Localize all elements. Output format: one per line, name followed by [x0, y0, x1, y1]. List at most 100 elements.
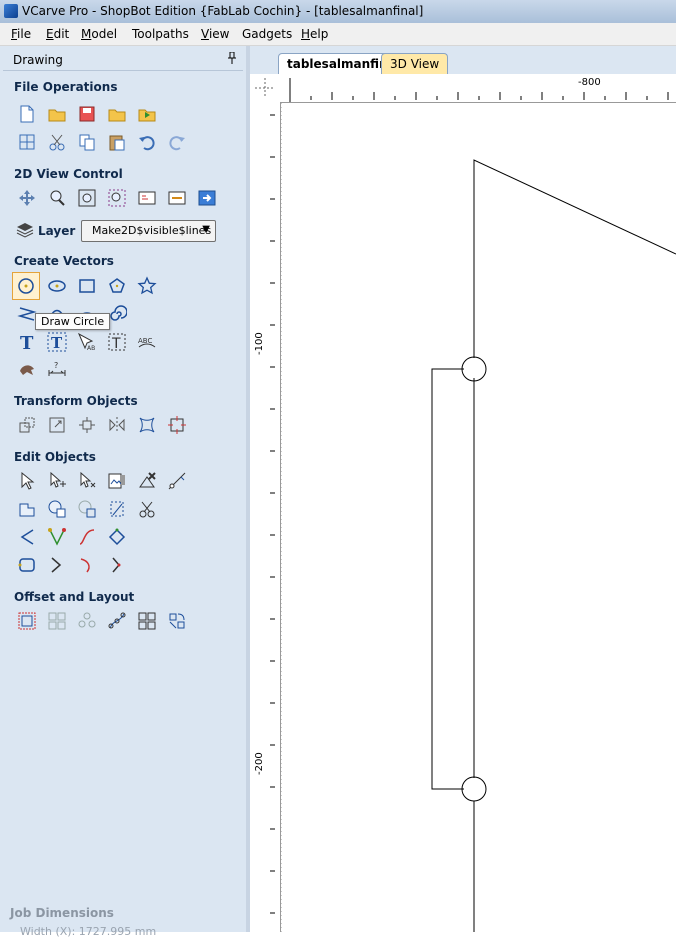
tab-3d-view[interactable]: 3D View — [381, 53, 449, 74]
drawing-canvas[interactable] — [280, 103, 676, 932]
draw-star-icon[interactable] — [136, 275, 158, 297]
layers-icon[interactable] — [14, 219, 36, 241]
node-edit-icon[interactable] — [46, 470, 68, 492]
circle-vector[interactable] — [461, 356, 487, 382]
draw-rectangle-icon[interactable] — [76, 275, 98, 297]
view-tabs: tablesalmanfinal 3D View — [250, 46, 676, 74]
circle-vector[interactable] — [461, 776, 487, 802]
edit-bitmap-icon[interactable] — [106, 470, 128, 492]
app-icon — [4, 4, 18, 18]
scale-icon[interactable] — [46, 414, 68, 436]
zoom-extents-icon[interactable] — [76, 187, 98, 209]
zoom-selection-icon[interactable] — [106, 187, 128, 209]
import-icon[interactable] — [136, 103, 158, 125]
pan-icon[interactable] — [16, 187, 38, 209]
close-vector-icon[interactable] — [106, 526, 128, 548]
menu-bar: File Edit Model Toolpaths View Gadgets H… — [0, 23, 676, 46]
view-toolpath-icon[interactable] — [166, 187, 188, 209]
svg-text:AB: AB — [87, 345, 95, 352]
ruler-corner — [250, 74, 281, 103]
undo-icon[interactable] — [136, 131, 158, 153]
transform-selection-icon[interactable] — [166, 414, 188, 436]
curve-fit-icon[interactable] — [76, 526, 98, 548]
drawing-panel: Drawing File Operations 2D View Control … — [0, 46, 246, 938]
scissors-trim-icon[interactable] — [136, 498, 158, 520]
layer-dropdown[interactable]: Make2D$visible$lines ▼ — [81, 220, 216, 242]
layer-label: Layer — [38, 224, 76, 238]
menu-view[interactable]: View — [201, 27, 229, 41]
subtract-icon[interactable] — [46, 498, 68, 520]
mirror-icon[interactable] — [106, 414, 128, 436]
interactive-select-icon[interactable] — [76, 470, 98, 492]
job-setup-icon[interactable] — [16, 131, 38, 153]
text-arc-icon[interactable]: ABC — [136, 331, 158, 353]
view-3d-switch-icon[interactable] — [196, 187, 218, 209]
import-clipart-icon[interactable] — [16, 358, 38, 380]
new-file-icon[interactable] — [16, 103, 38, 125]
menu-gadgets[interactable]: Gadgets — [242, 27, 292, 41]
window-title: VCarve Pro - ShopBot Edition {FabLab Coc… — [22, 4, 424, 18]
distort-icon[interactable] — [136, 414, 158, 436]
section-transform-objects: Transform Objects — [14, 394, 138, 408]
menu-toolpaths[interactable]: Toolpaths — [132, 27, 189, 41]
open-folder-icon[interactable] — [106, 103, 128, 125]
redo-icon[interactable] — [166, 131, 188, 153]
section-offset-layout: Offset and Layout — [14, 590, 135, 604]
svg-text:?: ? — [54, 361, 58, 370]
menu-help[interactable]: Help — [301, 27, 328, 41]
vector-drawing[interactable] — [280, 103, 676, 932]
measure-icon[interactable] — [166, 470, 188, 492]
ruler-left-label-100: -100 — [254, 332, 265, 355]
section-2d-view-control: 2D View Control — [14, 167, 123, 181]
draw-polygon-icon[interactable] — [106, 275, 128, 297]
section-edit-objects: Edit Objects — [14, 450, 96, 464]
dimensions-icon[interactable]: ? — [46, 358, 68, 380]
copy-along-vector-icon[interactable] — [106, 610, 128, 632]
paste-icon[interactable] — [106, 131, 128, 153]
align-icon[interactable] — [76, 414, 98, 436]
text-bounding-icon[interactable]: T — [106, 331, 128, 353]
section-create-vectors: Create Vectors — [14, 254, 114, 268]
fillet-icon[interactable] — [16, 526, 38, 548]
offset-icon[interactable] — [16, 610, 38, 632]
text-tool-icon[interactable]: T — [16, 331, 38, 353]
dogbone-icon[interactable] — [106, 554, 128, 576]
circular-array-icon[interactable] — [76, 610, 98, 632]
join-vectors-icon[interactable] — [46, 526, 68, 548]
draw-ellipse-icon[interactable] — [46, 275, 68, 297]
nesting-icon[interactable] — [166, 610, 188, 632]
view-layer-icon[interactable] — [136, 187, 158, 209]
tangent-arc-icon[interactable] — [76, 554, 98, 576]
text-on-curve-icon[interactable]: T — [46, 331, 68, 353]
tooltip: Draw Circle — [35, 313, 111, 330]
extend-icon[interactable] — [46, 554, 68, 576]
delete-icon[interactable] — [136, 470, 158, 492]
menu-model[interactable]: Model — [81, 27, 117, 41]
ruler-left: -100 -200 — [250, 102, 281, 932]
intersect-icon[interactable] — [76, 498, 98, 520]
ruler-top: -800 — [280, 74, 676, 103]
text-select-icon[interactable]: AB — [76, 331, 98, 353]
2d-view[interactable]: -800 -100 -200 — [250, 74, 676, 932]
move-icon[interactable] — [16, 414, 38, 436]
draw-circle-icon[interactable] — [12, 272, 40, 300]
select-icon[interactable] — [16, 470, 38, 492]
array-copy-icon[interactable] — [46, 610, 68, 632]
smart-smooth-icon[interactable] — [16, 554, 38, 576]
pin-icon[interactable] — [227, 51, 237, 67]
ruler-top-label: -800 — [578, 77, 601, 88]
cut-icon[interactable] — [46, 131, 68, 153]
trim-icon[interactable] — [106, 498, 128, 520]
block-copy-icon[interactable] — [136, 610, 158, 632]
zoom-icon[interactable] — [46, 187, 68, 209]
save-file-icon[interactable] — [76, 103, 98, 125]
weld-icon[interactable] — [16, 498, 38, 520]
title-bar: VCarve Pro - ShopBot Edition {FabLab Coc… — [0, 0, 676, 24]
open-file-icon[interactable] — [46, 103, 68, 125]
svg-text:T: T — [51, 334, 63, 352]
chevron-down-icon: ▼ — [202, 224, 210, 235]
menu-file[interactable]: File — [11, 27, 31, 41]
menu-edit[interactable]: Edit — [46, 27, 69, 41]
svg-text:T: T — [20, 333, 34, 352]
copy-icon[interactable] — [76, 131, 98, 153]
